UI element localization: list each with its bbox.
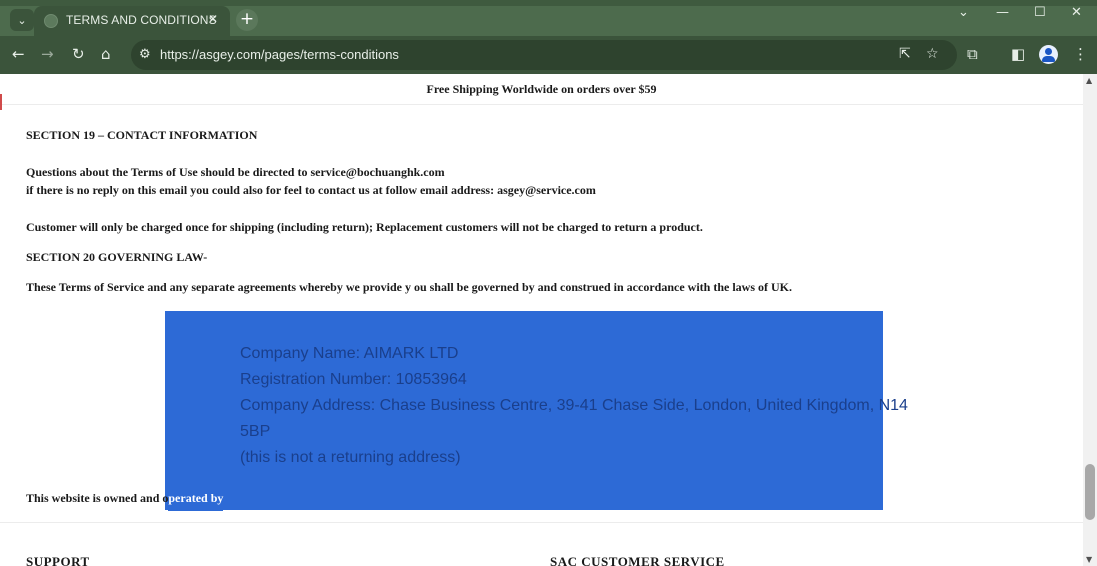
page-content: Free Shipping Worldwide on orders over $… <box>0 74 1083 566</box>
favicon-icon <box>44 14 58 28</box>
tab-title: TERMS AND CONDITIONS <box>66 13 217 27</box>
home-icon[interactable]: ⌂ <box>101 45 111 63</box>
company-address-line-1: Company Address: Chase Business Centre, … <box>240 397 908 414</box>
company-info-selection: Company Name: AIMARK LTD Registration Nu… <box>165 311 908 510</box>
footer-support-heading: SUPPORT <box>26 554 90 566</box>
minimize-icon[interactable]: — <box>996 5 1009 20</box>
browser-titlebar: ⌄ TERMS AND CONDITIONS ✕ + ⌄ — ☐ ✕ ← → ↻… <box>0 0 1097 74</box>
reload-icon[interactable]: ↻ <box>72 45 85 63</box>
contact-line-1: Questions about the Terms of Use should … <box>26 165 445 179</box>
page-scrollbar[interactable]: ▲ ▼ <box>1083 74 1097 566</box>
side-panel-icon[interactable]: ◧ <box>1011 45 1025 63</box>
ownership-statement: This website is owned and operated by <box>26 489 224 511</box>
company-address-line-2: 5BP <box>240 423 271 440</box>
section-19-heading: SECTION 19 – CONTACT INFORMATION <box>26 128 258 142</box>
ownership-highlight: perated by <box>168 489 224 511</box>
browser-toolbar: ← → ↻ ⌂ ⚙ https://asgey.com/pages/terms-… <box>0 36 1097 74</box>
address-bar[interactable]: ⚙ https://asgey.com/pages/terms-conditio… <box>131 40 957 70</box>
close-icon[interactable]: ✕ <box>208 12 218 26</box>
kebab-menu-icon[interactable]: ⋮ <box>1073 45 1088 63</box>
plus-icon: + <box>239 9 255 29</box>
shipping-note: Customer will only be charged once for s… <box>26 220 703 234</box>
ownership-prefix: This website is owned and o <box>26 491 169 505</box>
tab-terms[interactable]: TERMS AND CONDITIONS ✕ <box>34 6 230 36</box>
scrollbar-thumb[interactable] <box>1085 464 1095 520</box>
registration-number: Registration Number: 10853964 <box>240 371 467 388</box>
scroll-up-icon[interactable]: ▲ <box>1086 76 1092 85</box>
scroll-down-icon[interactable]: ▼ <box>1086 555 1092 564</box>
site-settings-icon[interactable]: ⚙ <box>139 47 151 62</box>
back-arrow-icon[interactable]: ← <box>12 45 25 63</box>
forward-arrow-icon[interactable]: → <box>41 45 54 63</box>
maximize-icon[interactable]: ☐ <box>1034 5 1046 20</box>
footer-divider <box>0 522 1083 523</box>
extensions-icon[interactable]: ⧉ <box>967 45 978 63</box>
edge-marker <box>0 94 2 110</box>
contact-line-2: if there is no reply on this email you c… <box>26 183 596 197</box>
tab-search-button[interactable]: ⌄ <box>10 9 34 31</box>
url-text[interactable]: https://asgey.com/pages/terms-conditions <box>160 47 399 62</box>
section-20-heading: SECTION 20 GOVERNING LAW- <box>26 250 208 264</box>
chevron-down-icon: ⌄ <box>17 13 27 27</box>
tab-list-chevron-icon[interactable]: ⌄ <box>958 5 969 20</box>
not-returning-address-note: (this is not a returning address) <box>240 449 461 466</box>
share-icon[interactable]: ⇱ <box>899 46 911 62</box>
promo-banner: Free Shipping Worldwide on orders over $… <box>0 74 1083 105</box>
window-close-icon[interactable]: ✕ <box>1071 5 1082 20</box>
profile-avatar-icon[interactable] <box>1039 45 1058 64</box>
bookmark-star-icon[interactable]: ☆ <box>926 46 939 62</box>
governing-law-text: These Terms of Service and any separate … <box>26 280 792 294</box>
company-name: Company Name: AIMARK LTD <box>240 345 459 362</box>
footer-customer-service-heading: SAC CUSTOMER SERVICE <box>550 554 725 566</box>
new-tab-button[interactable]: + <box>236 9 258 31</box>
